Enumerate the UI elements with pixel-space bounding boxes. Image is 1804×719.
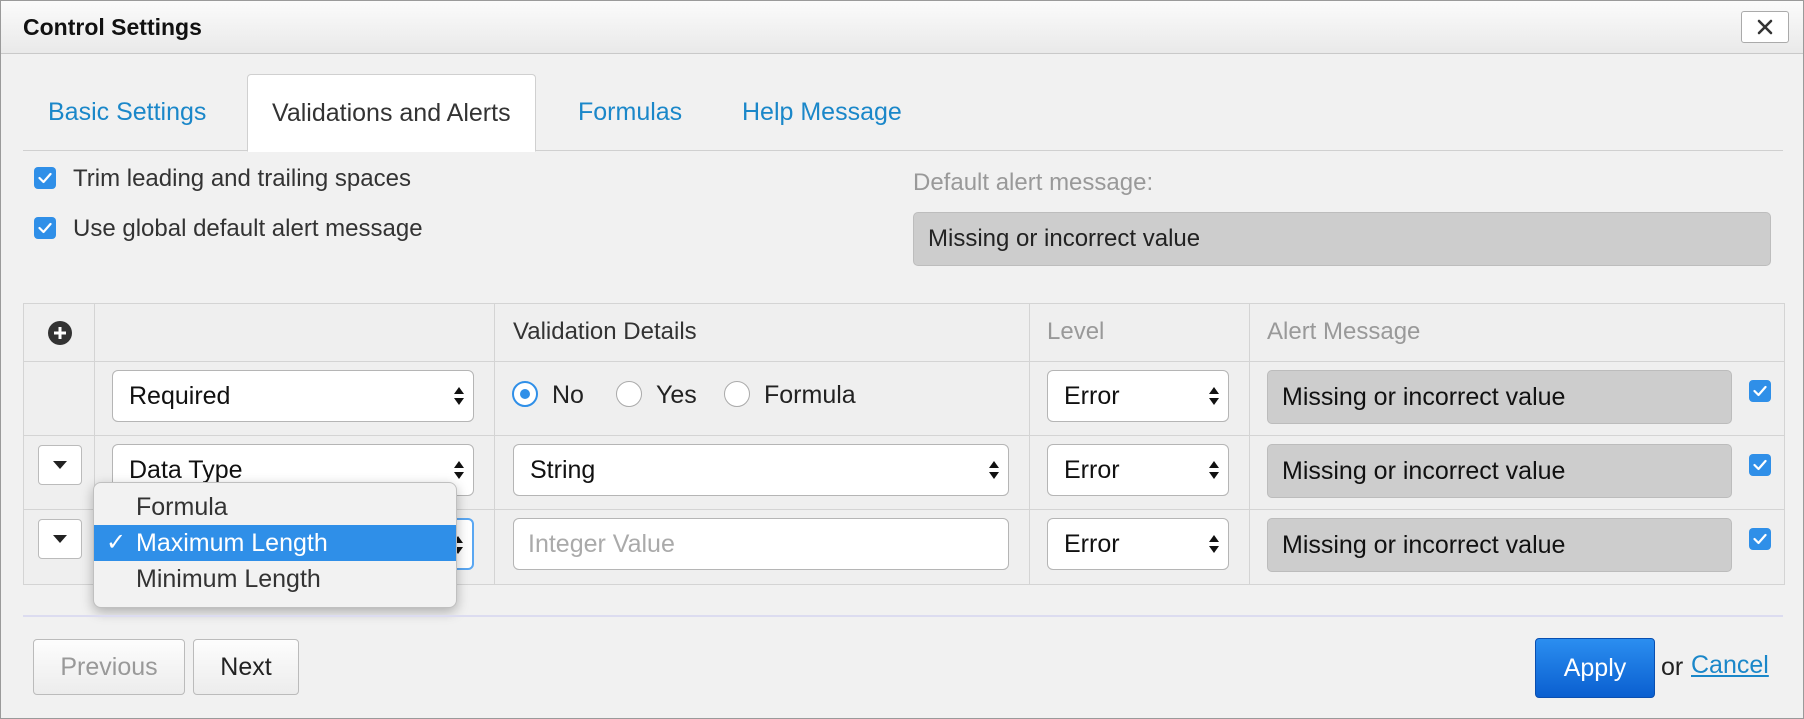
dropdown-option-label: Maximum Length <box>136 529 328 557</box>
trim-spaces-checkbox[interactable] <box>34 167 56 189</box>
updown-arrows-icon <box>989 461 999 479</box>
radio-no-label: No <box>552 381 584 409</box>
header-alert-message: Alert Message <box>1267 318 1421 345</box>
select-value: Error <box>1064 530 1120 558</box>
radio-yes-label: Yes <box>656 381 697 409</box>
row-menu-button-row2[interactable] <box>38 445 82 485</box>
trim-spaces-label: Trim leading and trailing spaces <box>73 165 411 192</box>
close-icon <box>1757 19 1773 35</box>
alert-enabled-checkbox-row2[interactable] <box>1749 454 1771 476</box>
tab-formulas[interactable]: Formulas <box>578 74 682 150</box>
checkmark-icon <box>38 172 52 184</box>
level-select-row1[interactable]: Error <box>1047 370 1229 422</box>
integer-value-input[interactable]: Integer Value <box>513 518 1009 570</box>
checkmark-icon <box>1753 533 1767 545</box>
title-bar: Control Settings <box>1 1 1803 54</box>
updown-arrows-icon <box>1209 461 1219 479</box>
close-button[interactable] <box>1741 11 1789 43</box>
add-validation-icon[interactable] <box>47 320 73 346</box>
caret-down-icon <box>53 461 67 469</box>
next-button[interactable]: Next <box>193 639 299 695</box>
dropdown-option-minimum-length[interactable]: Minimum Length <box>94 561 456 597</box>
checkmark-icon <box>1753 459 1767 471</box>
tab-validations-and-alerts[interactable]: Validations and Alerts <box>247 74 536 152</box>
tab-bar: Basic Settings Validations and Alerts Fo… <box>23 74 1783 152</box>
alert-enabled-checkbox-row1[interactable] <box>1749 380 1771 402</box>
previous-button[interactable]: Previous <box>33 639 185 695</box>
updown-arrows-icon <box>1209 387 1219 405</box>
or-text: or <box>1661 653 1684 681</box>
alert-message-row1[interactable]: Missing or incorrect value <box>1267 370 1732 424</box>
radio-formula-label: Formula <box>764 381 856 409</box>
row-menu-button-row3[interactable] <box>38 519 82 559</box>
data-type-detail-select[interactable]: String <box>513 444 1009 496</box>
checkmark-icon <box>1753 385 1767 397</box>
updown-arrows-icon <box>454 387 464 405</box>
default-alert-field: Missing or incorrect value <box>913 212 1771 266</box>
level-select-row2[interactable]: Error <box>1047 444 1229 496</box>
dropdown-option-formula[interactable]: Formula <box>94 489 456 525</box>
caret-down-icon <box>53 535 67 543</box>
apply-button[interactable]: Apply <box>1535 638 1655 698</box>
select-value: Data Type <box>129 456 243 484</box>
header-validation-details: Validation Details <box>513 318 697 345</box>
validation-type-dropdown: Formula ✓ Maximum Length Minimum Length <box>93 482 457 608</box>
alert-enabled-checkbox-row3[interactable] <box>1749 528 1771 550</box>
alert-message-row3[interactable]: Missing or incorrect value <box>1267 518 1732 572</box>
dialog-title: Control Settings <box>23 14 202 40</box>
footer-separator <box>23 615 1783 617</box>
select-value: String <box>530 456 596 484</box>
updown-arrows-icon <box>1209 535 1219 553</box>
control-settings-dialog: Control Settings Basic Settings Validati… <box>0 0 1804 719</box>
select-value: Required <box>129 382 231 410</box>
checkmark-icon <box>38 222 52 234</box>
checkmark-icon: ✓ <box>106 529 127 556</box>
global-alert-checkbox[interactable] <box>34 217 56 239</box>
updown-arrows-icon <box>454 461 464 479</box>
alert-message-row2[interactable]: Missing or incorrect value <box>1267 444 1732 498</box>
select-value: Error <box>1064 456 1120 484</box>
default-alert-label: Default alert message: <box>913 169 1154 196</box>
cancel-link[interactable]: Cancel <box>1691 651 1769 680</box>
global-alert-label: Use global default alert message <box>73 215 423 242</box>
radio-formula[interactable] <box>724 381 750 407</box>
header-level: Level <box>1047 318 1105 345</box>
radio-no[interactable] <box>512 381 538 407</box>
level-select-row3[interactable]: Error <box>1047 518 1229 570</box>
validation-type-select-required[interactable]: Required <box>112 370 474 422</box>
dropdown-option-maximum-length[interactable]: ✓ Maximum Length <box>94 525 456 561</box>
radio-yes[interactable] <box>616 381 642 407</box>
tab-basic-settings[interactable]: Basic Settings <box>48 74 206 150</box>
tab-help-message[interactable]: Help Message <box>742 74 902 150</box>
select-value: Error <box>1064 382 1120 410</box>
